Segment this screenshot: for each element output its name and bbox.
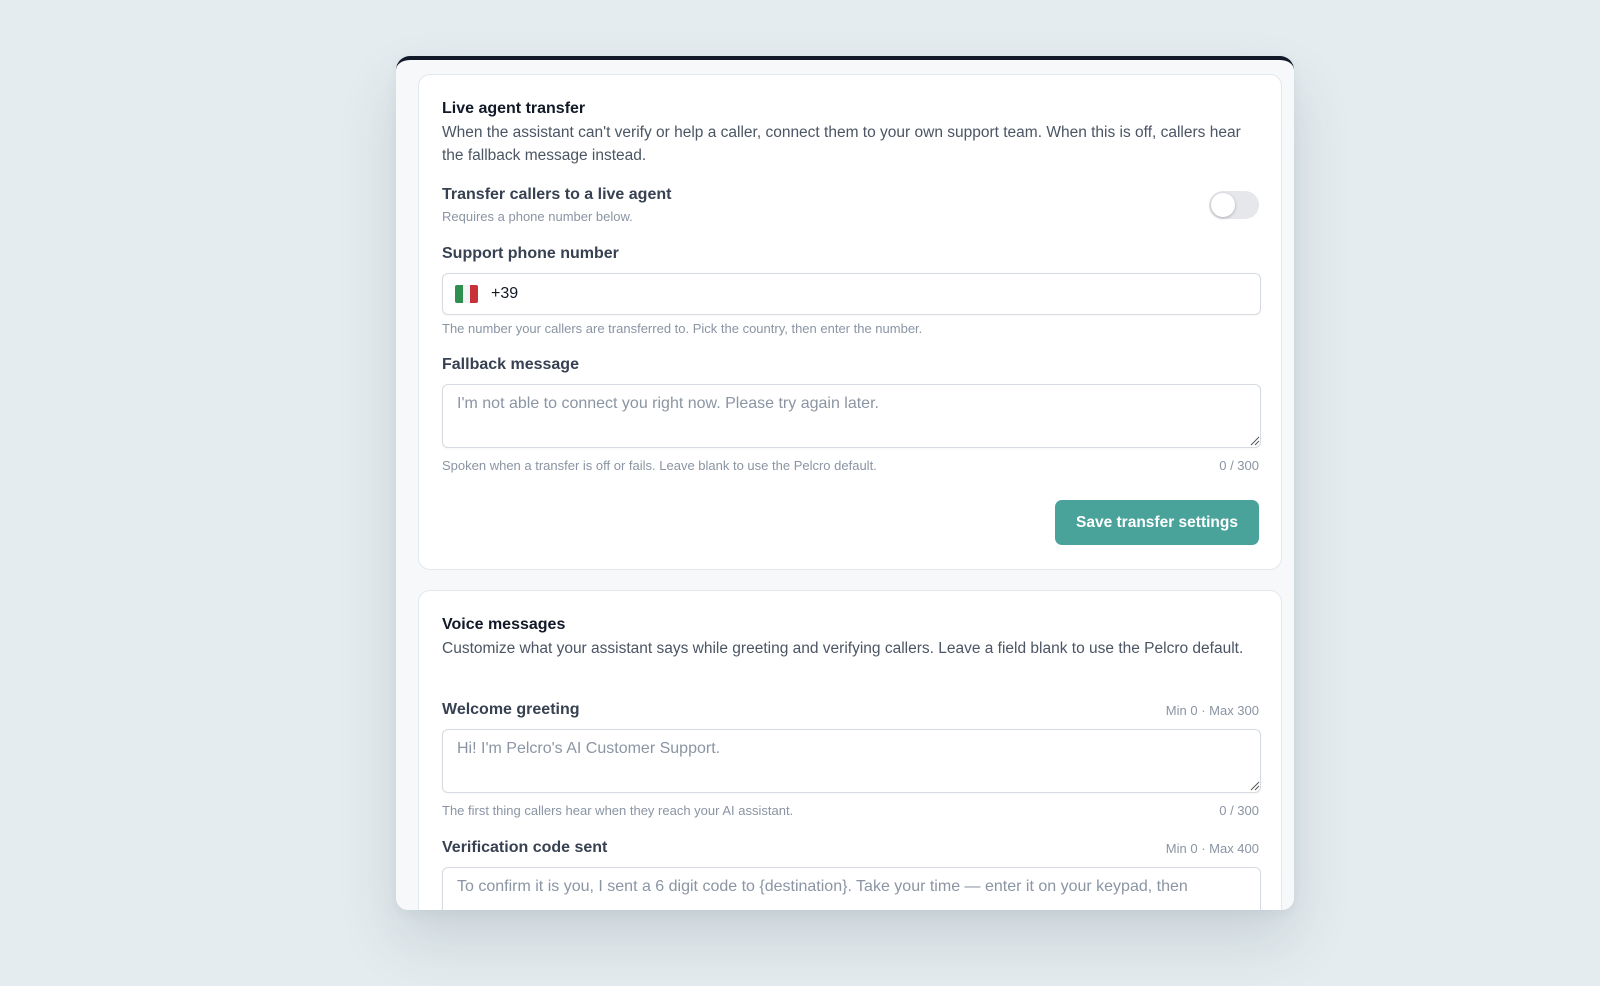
card-title: Voice messages [442,616,566,633]
fallback-helper: Spoken when a transfer is off or fails. … [442,458,877,473]
card-description: When the assistant can't verify or help … [442,124,1241,164]
italy-flag-icon[interactable] [455,285,478,303]
card-description: Customize what your assistant says while… [442,640,1244,657]
toggle-label: Transfer callers to a live agent [442,186,672,203]
voice-messages-card: Voice messages Customize what your assis… [418,590,1282,910]
resize-grip-icon[interactable] [1250,781,1260,791]
phone-label: Support phone number [442,245,619,262]
phone-helper: The number your callers are transferred … [442,321,923,336]
fallback-message-textarea[interactable] [442,384,1261,448]
welcome-helper: The first thing callers hear when they r… [442,803,794,818]
settings-panel: Live agent transfer When the assistant c… [396,56,1294,910]
card-title: Live agent transfer [442,100,586,117]
fallback-label: Fallback message [442,356,579,373]
welcome-limits: Min 0 · Max 300 [1165,703,1259,718]
verification-code-label: Verification code sent [442,839,608,856]
toggle-knob [1211,193,1235,217]
transfer-toggle[interactable] [1209,191,1259,219]
resize-grip-icon[interactable] [1250,436,1260,446]
welcome-char-counter: 0 / 300 [1219,803,1259,818]
phone-number-input[interactable] [491,274,1250,314]
welcome-greeting-label: Welcome greeting [442,701,580,718]
verification-code-textarea[interactable] [442,867,1261,910]
phone-number-field[interactable] [442,273,1261,315]
verification-limits: Min 0 · Max 400 [1165,841,1259,856]
toggle-sublabel: Requires a phone number below. [442,209,633,224]
fallback-char-counter: 0 / 300 [1219,458,1259,473]
live-agent-transfer-card: Live agent transfer When the assistant c… [418,74,1282,570]
save-transfer-settings-button[interactable]: Save transfer settings [1055,500,1259,545]
welcome-greeting-textarea[interactable] [442,729,1261,793]
